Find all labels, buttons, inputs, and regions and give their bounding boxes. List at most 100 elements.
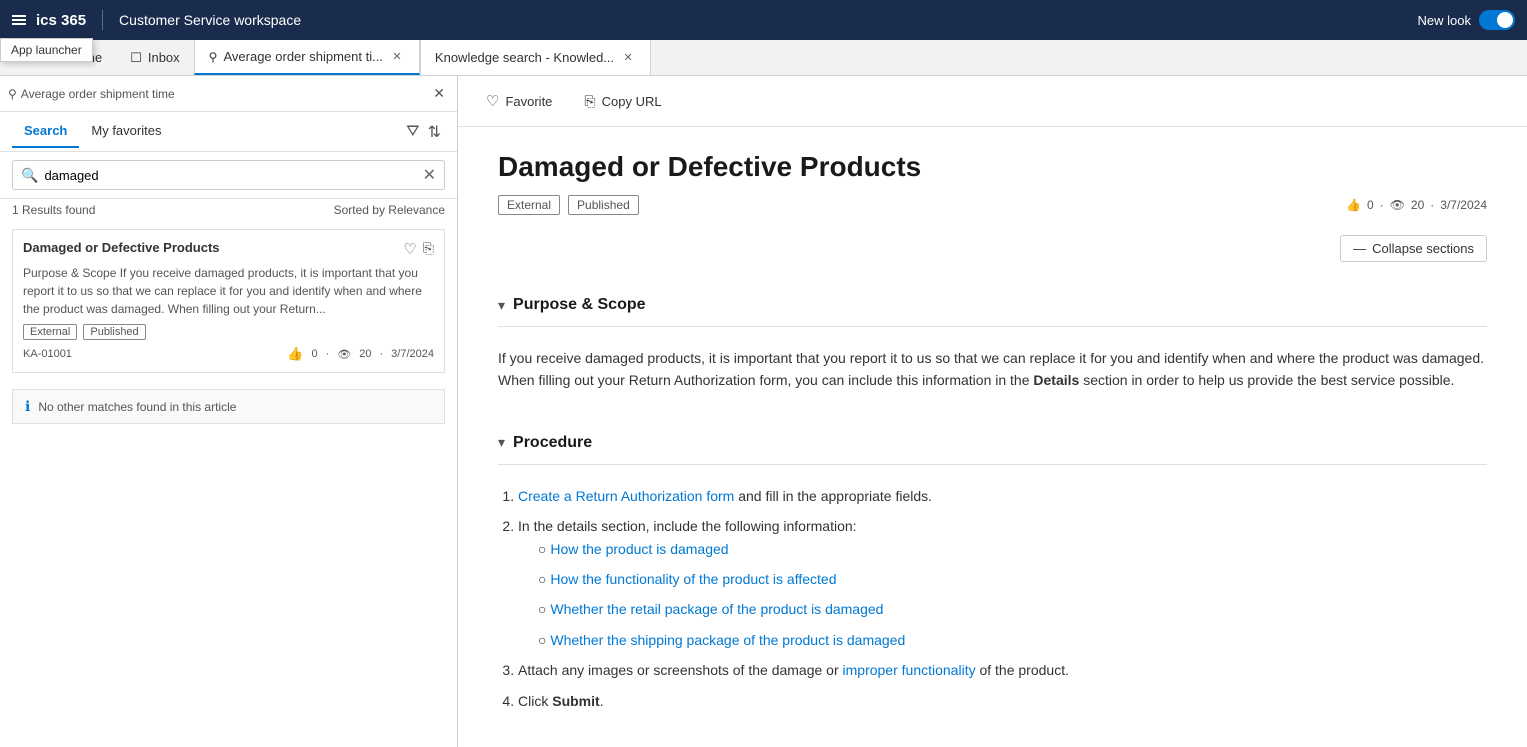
search-tab-label: Search bbox=[24, 123, 67, 138]
sort-button[interactable]: ⇅ bbox=[424, 118, 445, 146]
likes-count: 0 bbox=[311, 348, 317, 360]
article-views: 20 bbox=[1411, 198, 1424, 212]
tab-search[interactable]: Search bbox=[12, 115, 79, 148]
article-link-icon[interactable]: ⎘ bbox=[423, 240, 434, 258]
list-item: Create a Return Authorization form and f… bbox=[518, 485, 1487, 507]
search-input-row: 🔍 ✕ bbox=[0, 152, 457, 199]
newlook-toggle-area: New look bbox=[1418, 10, 1515, 30]
section-procedure-title: Procedure bbox=[513, 434, 592, 452]
tag-external: External bbox=[23, 324, 77, 340]
search-clear-button[interactable]: ✕ bbox=[423, 165, 436, 185]
sub-link-2[interactable]: How the functionality of the product is … bbox=[550, 571, 836, 587]
article-card[interactable]: Damaged or Defective Products ♡ ⎘ Purpos… bbox=[12, 229, 445, 373]
tab1-close[interactable]: ✕ bbox=[389, 49, 405, 65]
search-input-wrap[interactable]: 🔍 ✕ bbox=[12, 160, 445, 190]
section-purpose-body: If you receive damaged products, it is i… bbox=[498, 339, 1487, 410]
article-date-right: 3/7/2024 bbox=[1440, 198, 1487, 212]
section-procedure-header[interactable]: ▾ Procedure bbox=[498, 426, 1487, 460]
copy-url-icon: ⎘ bbox=[584, 93, 595, 110]
tab1-label: Average order shipment ti... bbox=[223, 49, 382, 64]
inbox-label: Inbox bbox=[148, 50, 180, 65]
copy-url-button[interactable]: ⎘ Copy URL bbox=[576, 89, 669, 114]
section-purpose-title: Purpose & Scope bbox=[513, 296, 645, 314]
search-input[interactable] bbox=[44, 168, 422, 183]
sub-list: How the product is damaged How the funct… bbox=[518, 538, 1487, 652]
article-card-header: Damaged or Defective Products ♡ ⎘ bbox=[23, 240, 434, 258]
article-card-title: Damaged or Defective Products bbox=[23, 240, 403, 255]
sub-link-1[interactable]: How the product is damaged bbox=[550, 541, 728, 557]
search-tabs-bar: Search My favorites ⛛ ⇅ bbox=[0, 112, 457, 152]
section-divider bbox=[498, 326, 1487, 327]
article-meta-right: 👍 0 · 👁 20 · 3/7/2024 bbox=[1346, 198, 1487, 212]
list-item: Whether the shipping package of the prod… bbox=[538, 629, 1487, 651]
tag-published: Published bbox=[83, 324, 145, 340]
badge-published: Published bbox=[568, 195, 639, 215]
sub-link-3[interactable]: Whether the retail package of the produc… bbox=[550, 601, 883, 617]
no-matches-notice: ℹ No other matches found in this article bbox=[12, 389, 445, 424]
main-layout: ⚲ Average order shipment time ✕ Search M… bbox=[0, 76, 1527, 747]
heart-icon: ♡ bbox=[486, 92, 499, 110]
article-title: Damaged or Defective Products bbox=[498, 151, 1487, 183]
collapse-label: Collapse sections bbox=[1372, 241, 1474, 256]
section-purpose: ▾ Purpose & Scope If you receive damaged… bbox=[498, 288, 1487, 410]
procedure-link-3[interactable]: improper functionality bbox=[843, 662, 976, 678]
article-card-excerpt: Purpose & Scope If you receive damaged p… bbox=[23, 264, 434, 318]
list-item: How the product is damaged bbox=[538, 538, 1487, 560]
thumb-up-icon: 👍 bbox=[1346, 198, 1361, 212]
tab-icon: ⚲ bbox=[209, 50, 218, 64]
newlook-toggle[interactable] bbox=[1479, 10, 1515, 30]
collapse-sections-button[interactable]: — Collapse sections bbox=[1340, 235, 1487, 262]
no-matches-text: No other matches found in this article bbox=[38, 400, 236, 414]
left-panel-close[interactable]: ✕ bbox=[429, 83, 449, 104]
inbox-button[interactable]: ☐ Inbox bbox=[116, 40, 193, 75]
results-bar: 1 Results found Sorted by Relevance bbox=[0, 199, 457, 221]
tab-my-favorites[interactable]: My favorites bbox=[79, 115, 173, 148]
favorites-tab-label: My favorites bbox=[91, 123, 161, 138]
article-content: Damaged or Defective Products External P… bbox=[458, 127, 1527, 747]
chevron-down-icon-2: ▾ bbox=[498, 434, 505, 451]
badge-external: External bbox=[498, 195, 560, 215]
sub-link-4[interactable]: Whether the shipping package of the prod… bbox=[550, 632, 905, 648]
section-purpose-header[interactable]: ▾ Purpose & Scope bbox=[498, 288, 1487, 322]
tab-knowledge-search[interactable]: Knowledge search - Knowled... ✕ bbox=[420, 40, 651, 75]
left-panel: ⚲ Average order shipment time ✕ Search M… bbox=[0, 76, 458, 747]
newlook-label: New look bbox=[1418, 13, 1471, 28]
list-item: Attach any images or screenshots of the … bbox=[518, 659, 1487, 681]
favorite-button[interactable]: ♡ Favorite bbox=[478, 88, 560, 114]
article-card-tags: External Published bbox=[23, 324, 434, 340]
section-procedure-body: Create a Return Authorization form and f… bbox=[498, 477, 1487, 728]
divider bbox=[102, 10, 103, 30]
tab2-label: Knowledge search - Knowled... bbox=[435, 50, 614, 65]
search-icon-small: ⚲ bbox=[8, 87, 17, 101]
sort-icon: ⇅ bbox=[428, 124, 441, 141]
article-id: KA-01001 bbox=[23, 348, 72, 360]
top-bar: ics 365 Customer Service workspace New l… bbox=[0, 0, 1527, 40]
chevron-down-icon: ▾ bbox=[498, 297, 505, 314]
second-nav-bar: ☰ ⌂ Home ☐ Inbox ⚲ Average order shipmen… bbox=[0, 40, 1527, 76]
eye-icon: 👁 bbox=[337, 348, 351, 361]
procedure-link-1[interactable]: Create a Return Authorization form bbox=[518, 488, 734, 504]
collapse-btn-row: — Collapse sections bbox=[498, 235, 1487, 278]
tab2-close[interactable]: ✕ bbox=[620, 50, 636, 66]
results-count: 1 Results found bbox=[12, 203, 95, 217]
filter-icon: ⛛ bbox=[406, 123, 419, 140]
favorite-label: Favorite bbox=[505, 94, 552, 109]
search-icon: 🔍 bbox=[21, 167, 38, 184]
article-favorite-icon[interactable]: ♡ bbox=[403, 240, 416, 258]
article-card-meta: KA-01001 👍 0 · 👁 20 · 3/7/2024 bbox=[23, 346, 434, 362]
thumb-icon: 👍 bbox=[287, 346, 303, 362]
inbox-icon: ☐ bbox=[130, 50, 142, 66]
eye-icon-right: 👁 bbox=[1390, 198, 1405, 212]
left-panel-header: ⚲ Average order shipment time ✕ bbox=[0, 76, 457, 112]
article-toolbar: ♡ Favorite ⎘ Copy URL bbox=[458, 76, 1527, 127]
section-procedure-divider bbox=[498, 464, 1487, 465]
procedure-list: Create a Return Authorization form and f… bbox=[498, 485, 1487, 712]
filter-button[interactable]: ⛛ bbox=[402, 119, 423, 145]
views-count: 20 bbox=[359, 348, 371, 360]
list-item: In the details section, include the foll… bbox=[518, 515, 1487, 651]
copy-url-label: Copy URL bbox=[602, 94, 662, 109]
tab-average-order-shipment[interactable]: ⚲ Average order shipment ti... ✕ bbox=[194, 40, 420, 75]
right-panel: ♡ Favorite ⎘ Copy URL Damaged or Defecti… bbox=[458, 76, 1527, 747]
app-launcher-button[interactable] bbox=[12, 15, 26, 25]
app-launcher-tooltip: App launcher bbox=[0, 38, 93, 62]
